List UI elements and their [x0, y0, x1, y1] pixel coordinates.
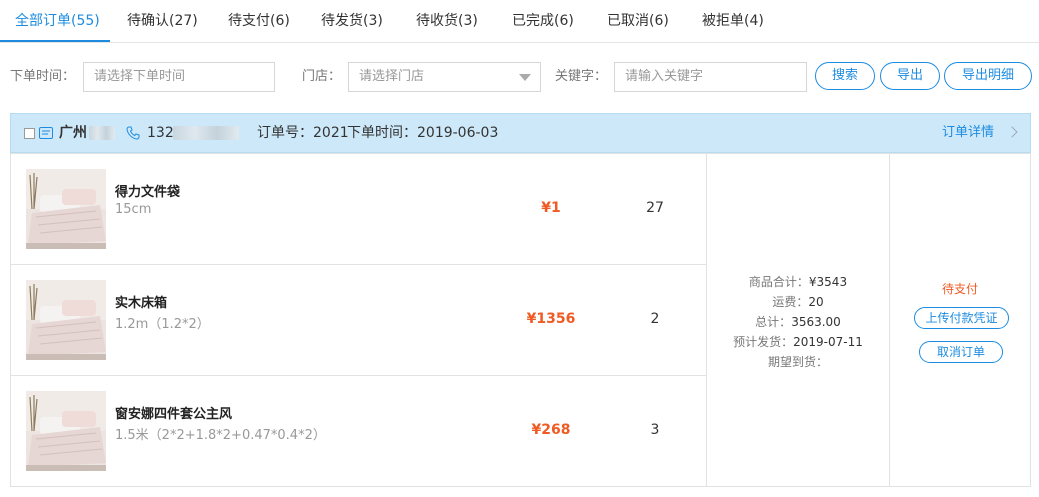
id-card-icon — [39, 127, 53, 139]
tab-all-orders[interactable]: 全部订单(55) — [15, 0, 100, 42]
product-price: ¥1356 — [526, 311, 576, 327]
expected-arrival-line: 期望到货： — [707, 353, 889, 370]
order-time-label: 下单时间： — [10, 69, 76, 84]
tab-pending-payment[interactable]: 待支付(6) — [228, 0, 290, 42]
store-select[interactable]: 请选择门店 — [348, 62, 541, 92]
shipping-line: 运费：20 — [707, 293, 889, 310]
order-summary: 商品合计：¥3543 运费：20 总计：3563.00 预计发货：2019-07… — [707, 154, 889, 486]
product-spec: 1.5米（2*2+1.8*2+0.47*0.4*2） — [115, 428, 326, 443]
goods-total-label: 商品合计： — [748, 275, 809, 289]
estimated-ship-label: 预计发货： — [733, 335, 794, 349]
product-quantity: 27 — [646, 200, 664, 216]
cancel-order-button[interactable]: 取消订单 — [919, 341, 1003, 363]
estimated-ship-value: 2019-07-11 — [793, 335, 863, 349]
redacted-name — [89, 126, 115, 140]
product-quantity: 3 — [650, 422, 660, 438]
keyword-label: 关键字： — [555, 69, 608, 84]
goods-total-value: ¥3543 — [808, 275, 848, 289]
product-spec: 15cm — [115, 202, 152, 217]
chevron-right-icon[interactable] — [1006, 126, 1018, 138]
status-badge: 待支付 — [941, 282, 978, 296]
chevron-down-icon — [519, 74, 531, 81]
product-name[interactable]: 实木床箱 — [115, 292, 167, 311]
tab-cancelled[interactable]: 已取消(6) — [607, 0, 669, 42]
expected-arrival-label: 期望到货： — [767, 355, 828, 369]
order-status-tabs: 全部订单(55) 待确认(27) 待支付(6) 待发货(3) 待收货(3) 已完… — [0, 0, 1039, 43]
export-button[interactable]: 导出 — [880, 62, 940, 90]
order-time-picker[interactable]: 请选择下单时间 — [83, 62, 275, 92]
customer-phone: 132 — [147, 125, 174, 141]
tab-pending-receipt[interactable]: 待收货(3) — [416, 0, 478, 42]
order-item-row: 窗安娜四件套公主风 1.5米（2*2+1.8*2+0.47*0.4*2） ¥26… — [11, 376, 706, 487]
upload-payment-proof-button[interactable]: 上传付款凭证 — [914, 307, 1009, 329]
total-value: 3563.00 — [791, 315, 841, 329]
estimated-ship-line: 预计发货：2019-07-11 — [707, 333, 889, 350]
export-detail-button[interactable]: 导出明细 — [944, 62, 1032, 90]
phone-icon — [126, 126, 140, 140]
product-image[interactable] — [26, 169, 106, 249]
tab-pending-confirm[interactable]: 待确认(27) — [127, 0, 198, 42]
product-image[interactable] — [26, 280, 106, 360]
search-button[interactable]: 搜索 — [815, 62, 875, 90]
tab-pending-shipment[interactable]: 待发货(3) — [321, 0, 383, 42]
store-label: 门店： — [302, 69, 342, 84]
redacted-phone — [173, 126, 239, 140]
shipping-value: 20 — [808, 295, 824, 309]
product-price: ¥268 — [531, 422, 571, 438]
product-price: ¥1 — [541, 200, 561, 216]
tab-completed[interactable]: 已完成(6) — [512, 0, 574, 42]
order-item-row: 得力文件袋 15cm ¥1 27 — [11, 154, 706, 265]
order-item-row: 实木床箱 1.2m（1.2*2） ¥1356 2 — [11, 265, 706, 376]
product-name[interactable]: 窗安娜四件套公主风 — [115, 403, 232, 422]
goods-total-line: 商品合计：¥3543 — [707, 273, 889, 290]
order-time: 下单时间：2019-06-03 — [347, 125, 499, 141]
customer-city: 广州 — [59, 125, 87, 141]
store-select-placeholder: 请选择门店 — [359, 69, 425, 84]
product-spec: 1.2m（1.2*2） — [115, 317, 210, 332]
keyword-input[interactable]: 请输入关键字 — [614, 62, 807, 92]
product-quantity: 2 — [650, 311, 660, 327]
product-name[interactable]: 得力文件袋 — [115, 181, 180, 200]
product-image[interactable] — [26, 391, 106, 471]
order-detail-link[interactable]: 订单详情 — [942, 114, 994, 152]
order-status-column: 待支付 上传付款凭证 取消订单 — [890, 154, 1030, 486]
order-number: 订单号：2021 — [257, 125, 349, 141]
total-line: 总计：3563.00 — [707, 313, 889, 330]
order-header: 广州 132 订单号：2021 下单时间：2019-06-03 订单详情 — [10, 113, 1031, 153]
active-tab-indicator — [0, 40, 110, 42]
shipping-label: 运费： — [772, 295, 809, 309]
order-body: 得力文件袋 15cm ¥1 27 实木床箱 1.2m（1.2*2） ¥1356 … — [10, 153, 1031, 487]
tab-rejected[interactable]: 被拒单(4) — [702, 0, 764, 42]
order-checkbox[interactable] — [24, 128, 35, 139]
total-label: 总计： — [755, 315, 792, 329]
